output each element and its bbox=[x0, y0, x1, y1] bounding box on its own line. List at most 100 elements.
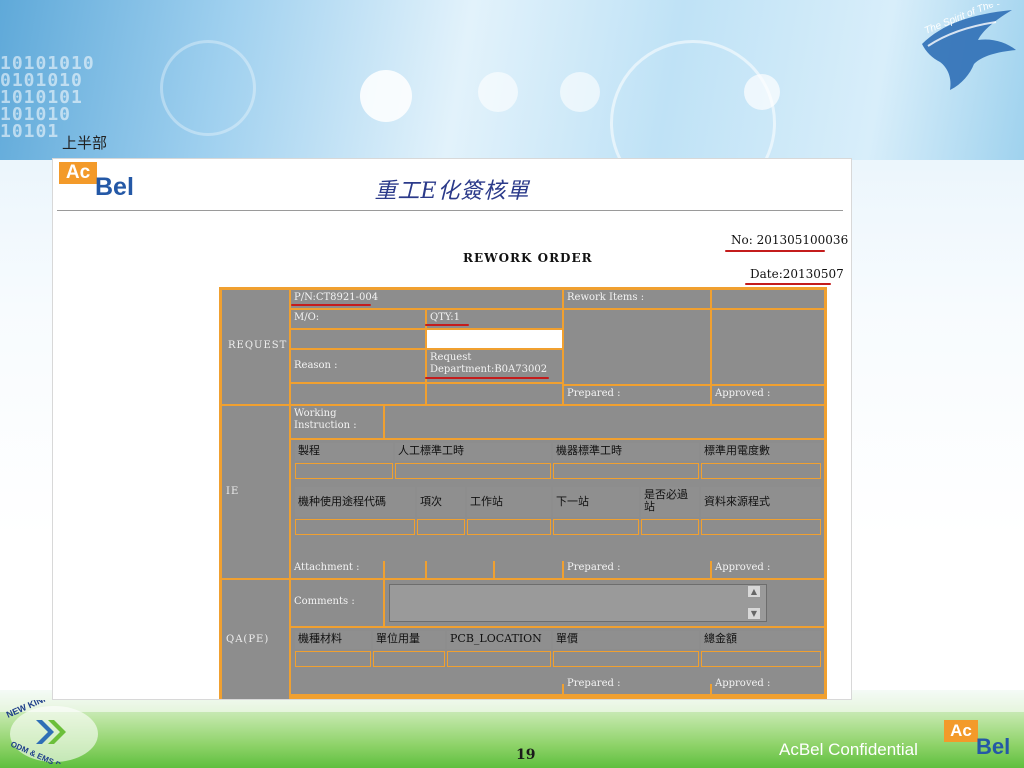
working-instruction-label: Working Instruction : bbox=[294, 408, 357, 431]
ie-header: 下一站 bbox=[556, 495, 589, 508]
qa-header-cell: PCB_LOCATION bbox=[447, 631, 551, 649]
qa-data-cell[interactable] bbox=[447, 651, 551, 667]
rework-items-field[interactable] bbox=[564, 310, 710, 384]
qa-header: 機種材料 bbox=[298, 632, 342, 645]
qa-header: 單價 bbox=[556, 632, 578, 645]
page-number: 19 bbox=[516, 747, 536, 763]
qa-section-label: QA(PE) bbox=[222, 580, 289, 699]
comments-label: Comments : bbox=[294, 596, 355, 607]
qa-approved-label: Approved : bbox=[715, 678, 771, 689]
order-number: No: 201305100036 bbox=[731, 233, 849, 247]
ie-header: 人工標準工時 bbox=[398, 444, 464, 457]
request-input-field[interactable] bbox=[427, 330, 562, 348]
ie-data-cell[interactable] bbox=[467, 519, 551, 535]
banner-light bbox=[478, 72, 518, 112]
scroll-down-button[interactable]: ▼ bbox=[747, 607, 761, 620]
ie-header-cell: 是否必過站 bbox=[641, 487, 699, 517]
ie-header: 製程 bbox=[298, 444, 320, 457]
qa-data-cell[interactable] bbox=[701, 651, 821, 667]
qa-header: 單位用量 bbox=[376, 632, 420, 645]
attachment-field[interactable] bbox=[495, 560, 562, 578]
ie-header-cell: 資料來源程式 bbox=[701, 487, 821, 517]
ie-header-cell: 機器標準工時 bbox=[553, 443, 699, 461]
ie-header: 標準用電度數 bbox=[704, 444, 770, 457]
logo-ac: Ac bbox=[944, 720, 978, 742]
ie-prepared-cell: Prepared : bbox=[564, 560, 710, 578]
banner-light bbox=[560, 72, 600, 112]
confidential-label: AcBel Confidential bbox=[779, 740, 918, 759]
slide-caption: 上半部 bbox=[62, 134, 108, 152]
working-instruction-cell: Working Instruction : bbox=[291, 406, 383, 438]
qty-value: QTY:1 bbox=[430, 312, 460, 323]
request-approved-cell: Approved : bbox=[712, 386, 824, 404]
qa-header: 總金額 bbox=[704, 632, 737, 645]
header-divider bbox=[57, 210, 843, 211]
form-screenshot: Ac Bel 重工E化簽核單 REWORK ORDER No: 20130510… bbox=[52, 158, 852, 700]
ie-data-cell[interactable] bbox=[553, 519, 639, 535]
ie-header-cell: 下一站 bbox=[553, 487, 639, 517]
ie-header-cell: 項次 bbox=[417, 487, 465, 517]
qa-blank-cell bbox=[291, 676, 562, 694]
ie-header-cell: 人工標準工時 bbox=[395, 443, 551, 461]
scroll-up-button[interactable]: ▲ bbox=[747, 585, 761, 598]
rework-items-label: Rework Items : bbox=[567, 292, 645, 303]
ie-data-cell[interactable] bbox=[641, 519, 699, 535]
acbel-footer-logo: Ac Bel bbox=[944, 720, 1018, 762]
logo-bel: Bel bbox=[976, 734, 1011, 759]
annotation-underline bbox=[425, 324, 469, 326]
mo-cell: M/O: bbox=[291, 310, 425, 328]
qa-header: PCB_LOCATION bbox=[450, 632, 542, 645]
ie-data-cell[interactable] bbox=[395, 463, 551, 479]
ie-prepared-label: Prepared : bbox=[567, 562, 621, 573]
ie-data-cell[interactable] bbox=[417, 519, 465, 535]
ie-section-label: IE bbox=[222, 406, 289, 578]
pn-value: P/N:CT8921-004 bbox=[294, 292, 379, 303]
rework-order-heading: REWORK ORDER bbox=[463, 251, 593, 265]
attachment-field[interactable] bbox=[385, 560, 425, 578]
request-corner-cell bbox=[712, 290, 824, 308]
annotation-underline bbox=[291, 304, 371, 306]
ie-header: 項次 bbox=[420, 495, 442, 508]
annotation-underline bbox=[725, 250, 825, 252]
ie-data-cell[interactable] bbox=[295, 519, 415, 535]
qa-data-cell[interactable] bbox=[373, 651, 445, 667]
qa-header-cell: 單位用量 bbox=[373, 631, 445, 649]
ie-header-cell: 機种使用途程代碼 bbox=[295, 487, 415, 517]
reason-cell: Reason : bbox=[291, 350, 425, 382]
ie-approved-cell: Approved : bbox=[712, 560, 824, 578]
ie-header: 機器標準工時 bbox=[556, 444, 622, 457]
request-approved-label: Approved : bbox=[715, 388, 771, 399]
rework-form: REQUEST P/N:CT8921-004 Rework Items : M/… bbox=[219, 287, 827, 699]
ie-data-cell[interactable] bbox=[295, 463, 393, 479]
qa-data-cell[interactable] bbox=[553, 651, 699, 667]
qa-header-cell: 機種材料 bbox=[295, 631, 371, 649]
ie-data-cell[interactable] bbox=[701, 463, 821, 479]
request-prepared-label: Prepared : bbox=[567, 388, 621, 399]
ie-header: 資料來源程式 bbox=[704, 495, 770, 508]
qa-header-cell: 單價 bbox=[553, 631, 699, 649]
request-department-value: Request Department:B0A73002 bbox=[430, 352, 548, 375]
ie-header: 是否必過站 bbox=[644, 488, 688, 513]
ie-data-cell[interactable] bbox=[553, 463, 699, 479]
annotation-underline bbox=[425, 377, 549, 379]
eagle-logo: The Spirit of The Eagle bbox=[922, 4, 1022, 90]
request-blank-cell bbox=[291, 384, 425, 404]
request-blank-cell bbox=[291, 330, 425, 348]
comments-textarea[interactable] bbox=[389, 584, 767, 622]
request-approval-space bbox=[712, 310, 824, 384]
working-instruction-field[interactable] bbox=[385, 406, 824, 438]
qa-prepared-label: Prepared : bbox=[567, 678, 621, 689]
ie-data-cell[interactable] bbox=[701, 519, 821, 535]
ie-header: 機种使用途程代碼 bbox=[298, 495, 386, 508]
ie-header-cell: 製程 bbox=[295, 443, 393, 461]
attachment-field[interactable] bbox=[427, 560, 493, 578]
kinpo-badge: NEW KINPO VALUE ODM & EMS Partner bbox=[6, 700, 98, 764]
mo-label: M/O: bbox=[294, 312, 320, 323]
qa-header-cell: 總金額 bbox=[701, 631, 821, 649]
ie-header: 工作站 bbox=[470, 495, 503, 508]
ie-header-cell: 標準用電度數 bbox=[701, 443, 821, 461]
ie-header-cell: 工作站 bbox=[467, 487, 551, 517]
rework-items-cell: Rework Items : bbox=[564, 290, 710, 308]
qa-data-cell[interactable] bbox=[295, 651, 371, 667]
annotation-underline bbox=[745, 283, 831, 285]
